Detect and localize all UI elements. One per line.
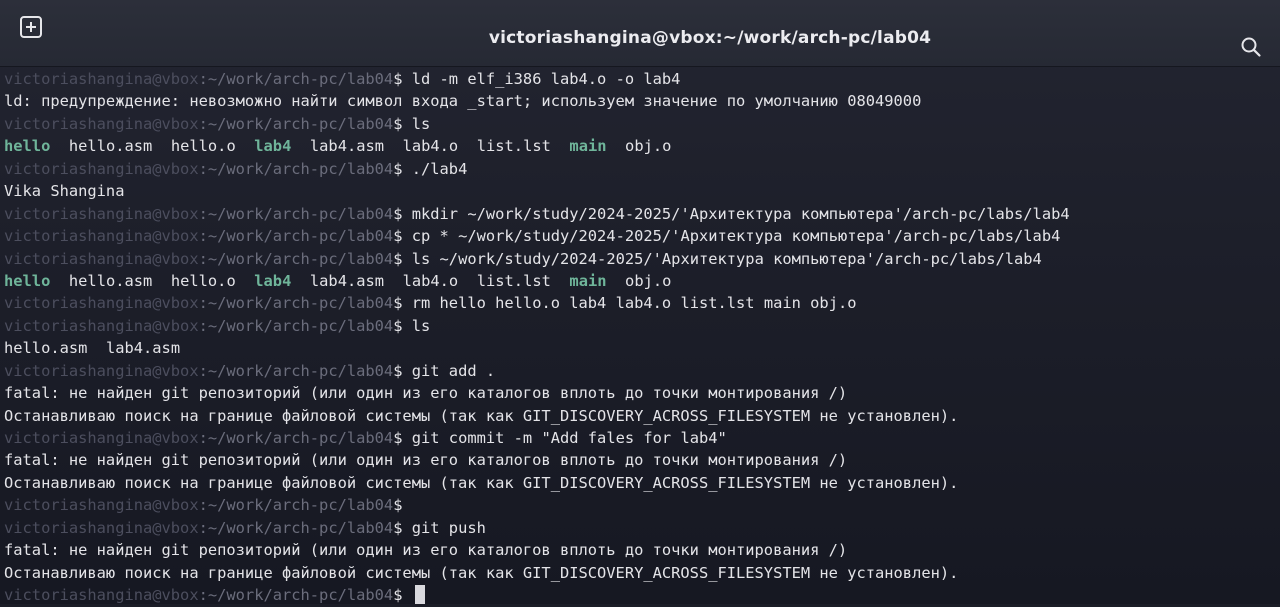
command-text: mkdir ~/work/study/2024-2025/'Архитектур… — [402, 204, 1070, 223]
search-icon[interactable] — [1240, 36, 1262, 58]
output-line: Vika Shangina — [4, 180, 1274, 202]
command-text — [402, 586, 411, 604]
executable-file: lab4 — [254, 271, 292, 290]
output-text: fatal: не найден git репозиторий (или од… — [4, 384, 848, 403]
file-name: lab4.asm — [105, 339, 181, 358]
prompt-user: victoriashangina@vbox — [4, 204, 199, 223]
prompt-path: :~/work/arch-pc/lab04 — [198, 496, 394, 515]
prompt-line: victoriashangina@vbox:~/work/arch-pc/lab… — [4, 584, 1274, 606]
prompt-path: :~/work/arch-pc/lab04 — [198, 227, 394, 246]
prompt-path: :~/work/arch-pc/lab04 — [198, 361, 394, 380]
command-text: ld -m elf_i386 lab4.o -o lab4 — [402, 70, 681, 88]
command-text: git push — [402, 518, 486, 537]
title-bar: victoriashangina@vbox:~/work/arch-pc/lab… — [0, 0, 1280, 67]
prompt-line: victoriashangina@vbox:~/work/arch-pc/lab… — [4, 113, 1274, 135]
prompt-line: victoriashangina@vbox:~/work/arch-pc/lab… — [4, 494, 1274, 516]
file-name: list.lst — [476, 271, 551, 290]
command-text: ls — [402, 316, 431, 335]
file-name: hello.asm — [68, 137, 153, 156]
file-name: hello.o — [170, 271, 236, 290]
ls-output-line: hello.asm lab4.asm — [4, 337, 1274, 359]
prompt-user: victoriashangina@vbox — [4, 429, 199, 447]
output-text: ld: предупреждение: невозможно найти сим… — [4, 92, 922, 111]
output-line: Останавливаю поиск на границе файловой с… — [4, 562, 1274, 584]
command-text: git commit -m "Add fales for lab4" — [402, 429, 727, 447]
executable-file: hello — [4, 271, 51, 290]
command-text: ls ~/work/study/2024-2025/'Архитектура к… — [402, 249, 1042, 268]
file-name: lab4.o — [402, 137, 459, 156]
output-line: fatal: не найден git репозиторий (или од… — [4, 449, 1274, 471]
prompt-line: victoriashangina@vbox:~/work/arch-pc/lab… — [4, 427, 1274, 449]
executable-file: lab4 — [254, 137, 292, 156]
prompt-user: victoriashangina@vbox — [4, 159, 199, 178]
prompt-line: victoriashangina@vbox:~/work/arch-pc/lab… — [4, 68, 1274, 90]
prompt-line: victoriashangina@vbox:~/work/arch-pc/lab… — [4, 158, 1274, 180]
prompt-line: victoriashangina@vbox:~/work/arch-pc/lab… — [4, 225, 1274, 247]
ls-output-line: hello hello.asm hello.o lab4 lab4.asm la… — [4, 270, 1274, 292]
output-text: Vika Shangina — [4, 182, 125, 201]
prompt-user: victoriashangina@vbox — [4, 70, 199, 88]
executable-file: main — [569, 137, 607, 156]
prompt-user: victoriashangina@vbox — [4, 496, 199, 515]
file-name: lab4.asm — [309, 271, 385, 290]
ls-output-line: hello hello.asm hello.o lab4 lab4.asm la… — [4, 135, 1274, 157]
terminal-output[interactable]: victoriashangina@vbox:~/work/arch-pc/lab… — [4, 68, 1274, 606]
prompt-path: :~/work/arch-pc/lab04 — [198, 294, 394, 313]
prompt-line: victoriashangina@vbox:~/work/arch-pc/lab… — [4, 360, 1274, 382]
command-text: rm hello hello.o lab4 lab4.o list.lst ma… — [402, 294, 857, 313]
prompt-path: :~/work/arch-pc/lab04 — [198, 429, 394, 447]
prompt-path: :~/work/arch-pc/lab04 — [198, 204, 394, 223]
terminal-window: victoriashangina@vbox:~/work/arch-pc/lab… — [0, 0, 1280, 606]
prompt-line: victoriashangina@vbox:~/work/arch-pc/lab… — [4, 517, 1274, 539]
window-title: victoriashangina@vbox:~/work/arch-pc/lab… — [488, 28, 932, 48]
output-text: fatal: не найден git репозиторий (или од… — [4, 451, 848, 470]
executable-file: main — [569, 271, 607, 290]
output-line: Останавливаю поиск на границе файловой с… — [4, 472, 1274, 494]
cursor — [414, 585, 425, 605]
file-name: obj.o — [625, 271, 672, 290]
prompt-line: victoriashangina@vbox:~/work/arch-pc/lab… — [4, 203, 1274, 225]
file-name: hello.asm — [68, 271, 153, 290]
output-line: ld: предупреждение: невозможно найти сим… — [4, 90, 1274, 112]
output-text: Останавливаю поиск на границе файловой с… — [4, 406, 959, 425]
prompt-user: victoriashangina@vbox — [4, 114, 199, 133]
prompt-path: :~/work/arch-pc/lab04 — [198, 70, 394, 88]
prompt-path: :~/work/arch-pc/lab04 — [198, 316, 394, 335]
prompt-symbol: $ — [393, 496, 403, 515]
prompt-line: victoriashangina@vbox:~/work/arch-pc/lab… — [4, 292, 1274, 314]
file-name: lab4.asm — [309, 137, 385, 156]
command-text: cp * ~/work/study/2024-2025/'Архитектура… — [402, 227, 1061, 246]
prompt-user: victoriashangina@vbox — [4, 249, 199, 268]
prompt-path: :~/work/arch-pc/lab04 — [198, 518, 394, 537]
command-text: ./lab4 — [402, 159, 468, 178]
executable-file: hello — [4, 137, 51, 156]
file-name: lab4.o — [402, 271, 459, 290]
file-name: hello.asm — [4, 339, 88, 358]
prompt-user: victoriashangina@vbox — [4, 518, 199, 537]
prompt-user: victoriashangina@vbox — [4, 361, 199, 380]
command-text: ls — [402, 114, 431, 133]
output-line: fatal: не найден git репозиторий (или од… — [4, 539, 1274, 561]
output-line: fatal: не найден git репозиторий (или од… — [4, 382, 1274, 404]
output-text: Останавливаю поиск на границе файловой с… — [4, 563, 959, 582]
prompt-path: :~/work/arch-pc/lab04 — [198, 586, 394, 605]
file-name: list.lst — [476, 137, 551, 156]
prompt-path: :~/work/arch-pc/lab04 — [198, 114, 394, 133]
output-text: Останавливаю поиск на границе файловой с… — [4, 473, 959, 492]
prompt-user: victoriashangina@vbox — [4, 586, 199, 605]
prompt-path: :~/work/arch-pc/lab04 — [198, 159, 394, 178]
file-name: hello.o — [170, 137, 236, 156]
output-text: fatal: не найден git репозиторий (или од… — [4, 541, 848, 560]
output-line: Останавливаю поиск на границе файловой с… — [4, 405, 1274, 427]
prompt-path: :~/work/arch-pc/lab04 — [198, 249, 394, 268]
prompt-user: victoriashangina@vbox — [4, 227, 199, 246]
prompt-user: victoriashangina@vbox — [4, 294, 199, 313]
prompt-line: victoriashangina@vbox:~/work/arch-pc/lab… — [4, 315, 1274, 337]
prompt-line: victoriashangina@vbox:~/work/arch-pc/lab… — [4, 248, 1274, 270]
prompt-user: victoriashangina@vbox — [4, 316, 199, 335]
command-text: git add . — [402, 361, 496, 380]
file-name: obj.o — [625, 137, 672, 156]
